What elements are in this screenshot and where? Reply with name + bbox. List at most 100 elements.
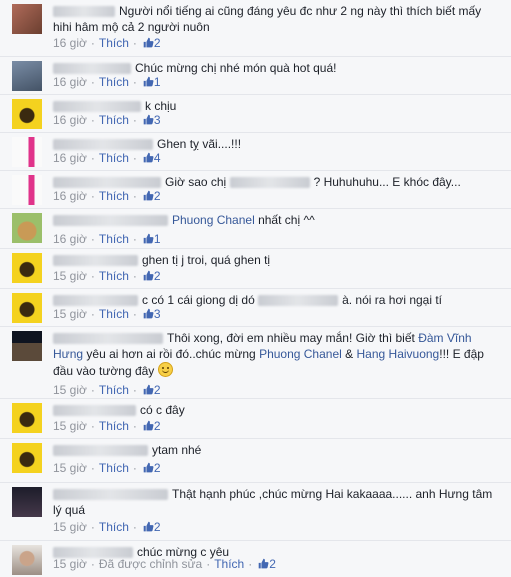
comment-timestamp[interactable]: 15 giờ bbox=[53, 269, 87, 283]
separator: · bbox=[90, 232, 95, 246]
like-count[interactable]: 2 bbox=[154, 419, 161, 433]
thumbs-up-icon[interactable] bbox=[143, 113, 154, 125]
comment-meta: 15 giờ · Thích · 2 bbox=[53, 268, 161, 284]
like-button[interactable]: Thích bbox=[99, 151, 129, 165]
avatar[interactable] bbox=[12, 253, 42, 283]
avatar[interactable] bbox=[12, 545, 42, 575]
like-count[interactable]: 2 bbox=[154, 383, 161, 397]
like-button[interactable]: Thích bbox=[99, 307, 129, 321]
like-button[interactable]: Thích bbox=[99, 383, 129, 397]
thumbs-up-icon[interactable] bbox=[143, 151, 154, 163]
comment-text: nhất chị ^^ bbox=[258, 213, 315, 227]
thumbs-up-icon[interactable] bbox=[143, 461, 154, 473]
like-button[interactable]: Thích bbox=[99, 75, 129, 89]
avatar[interactable] bbox=[12, 175, 42, 205]
avatar-image bbox=[12, 545, 42, 575]
comment-timestamp[interactable]: 15 giờ bbox=[53, 520, 87, 534]
commenter-name-redacted[interactable] bbox=[53, 177, 161, 189]
like-count[interactable]: 1 bbox=[154, 75, 161, 89]
comment-timestamp[interactable]: 16 giờ bbox=[53, 189, 87, 203]
like-count[interactable]: 4 bbox=[154, 151, 161, 165]
mention-link[interactable]: Phuong Chanel bbox=[172, 213, 255, 227]
like-count[interactable]: 2 bbox=[269, 557, 276, 571]
like-count[interactable]: 2 bbox=[154, 36, 161, 50]
like-count[interactable]: 3 bbox=[154, 113, 161, 127]
thumbs-up-icon[interactable] bbox=[143, 189, 154, 201]
comment-timestamp[interactable]: 15 giờ bbox=[53, 307, 87, 321]
commenter-name-redacted[interactable] bbox=[53, 215, 168, 227]
commenter-name-redacted[interactable] bbox=[53, 63, 131, 75]
comment-timestamp[interactable]: 15 giờ bbox=[53, 461, 87, 475]
like-button[interactable]: Thích bbox=[99, 232, 129, 246]
avatar[interactable] bbox=[12, 487, 42, 517]
commenter-name-redacted[interactable] bbox=[53, 101, 141, 113]
like-count[interactable]: 1 bbox=[154, 232, 161, 246]
comment-timestamp[interactable]: 15 giờ bbox=[53, 419, 87, 433]
like-button[interactable]: Thích bbox=[99, 36, 129, 50]
commenter-name-redacted[interactable] bbox=[53, 489, 168, 501]
like-button[interactable]: Thích bbox=[99, 419, 129, 433]
comment-text: yêu ai hơn ai rồi đó..chúc mừng bbox=[86, 347, 256, 361]
avatar-image bbox=[12, 61, 42, 91]
separator: · bbox=[90, 520, 95, 534]
thumbs-up-icon[interactable] bbox=[143, 383, 154, 395]
thumbs-up-icon[interactable] bbox=[143, 419, 154, 431]
commenter-name-redacted[interactable] bbox=[53, 6, 115, 18]
like-count[interactable]: 2 bbox=[154, 461, 161, 475]
avatar[interactable] bbox=[12, 403, 42, 433]
avatar[interactable] bbox=[12, 61, 42, 91]
mention-redacted[interactable] bbox=[229, 177, 310, 189]
commenter-name-redacted[interactable] bbox=[53, 333, 163, 345]
like-button[interactable]: Thích bbox=[214, 557, 244, 571]
like-count[interactable]: 3 bbox=[154, 307, 161, 321]
thumbs-up-icon[interactable] bbox=[143, 232, 154, 244]
mention-redacted[interactable] bbox=[258, 295, 339, 307]
like-count[interactable]: 2 bbox=[154, 520, 161, 534]
like-button[interactable]: Thích bbox=[99, 113, 129, 127]
commenter-name-redacted[interactable] bbox=[53, 445, 148, 457]
thumbs-up-icon[interactable] bbox=[143, 269, 154, 281]
comment-timestamp[interactable]: 16 giờ bbox=[53, 113, 87, 127]
commenter-name-redacted[interactable] bbox=[53, 295, 138, 307]
separator: · bbox=[132, 461, 137, 475]
separator: · bbox=[90, 189, 95, 203]
comment-timestamp[interactable]: 16 giờ bbox=[53, 36, 87, 50]
comment-timestamp[interactable]: 15 giờ bbox=[53, 557, 87, 571]
avatar[interactable] bbox=[12, 137, 42, 167]
avatar-image bbox=[12, 487, 42, 517]
avatar[interactable] bbox=[12, 213, 42, 243]
comment-meta: 16 giờ · Thích · 2 bbox=[53, 188, 161, 204]
avatar[interactable] bbox=[12, 293, 42, 323]
separator: · bbox=[90, 557, 95, 571]
mention-link[interactable]: Hang Haivuong bbox=[357, 347, 440, 361]
like-count[interactable]: 2 bbox=[154, 269, 161, 283]
thumbs-up-icon[interactable] bbox=[143, 75, 154, 87]
like-button[interactable]: Thích bbox=[99, 269, 129, 283]
comment-timestamp[interactable]: 16 giờ bbox=[53, 151, 87, 165]
thumbs-up-icon[interactable] bbox=[143, 307, 154, 319]
comment-timestamp[interactable]: 16 giờ bbox=[53, 75, 87, 89]
edited-label[interactable]: Đã được chỉnh sửa bbox=[99, 557, 202, 571]
like-count[interactable]: 2 bbox=[154, 189, 161, 203]
comment-text: Ghen tỵ vãi....!!! bbox=[157, 137, 242, 151]
thumbs-up-icon[interactable] bbox=[143, 36, 154, 48]
commenter-name-redacted[interactable] bbox=[53, 255, 138, 267]
comment-meta: 16 giờ · Thích · 3 bbox=[53, 112, 161, 128]
like-button[interactable]: Thích bbox=[99, 189, 129, 203]
comment-timestamp[interactable]: 16 giờ bbox=[53, 232, 87, 246]
commenter-name-redacted[interactable] bbox=[53, 139, 153, 151]
avatar[interactable] bbox=[12, 443, 42, 473]
thumbs-up-icon[interactable] bbox=[143, 520, 154, 532]
avatar[interactable] bbox=[12, 4, 42, 34]
avatar[interactable] bbox=[12, 99, 42, 129]
comment-item: k chịu 16 giờ · Thích · 3 bbox=[0, 94, 511, 133]
separator: · bbox=[90, 36, 95, 50]
mention-link[interactable]: Phuong Chanel bbox=[259, 347, 342, 361]
commenter-name-redacted[interactable] bbox=[53, 405, 136, 417]
separator: · bbox=[90, 75, 95, 89]
thumbs-up-icon[interactable] bbox=[258, 557, 269, 569]
comment-timestamp[interactable]: 15 giờ bbox=[53, 383, 87, 397]
like-button[interactable]: Thích bbox=[99, 520, 129, 534]
like-button[interactable]: Thích bbox=[99, 461, 129, 475]
avatar[interactable] bbox=[12, 331, 42, 361]
